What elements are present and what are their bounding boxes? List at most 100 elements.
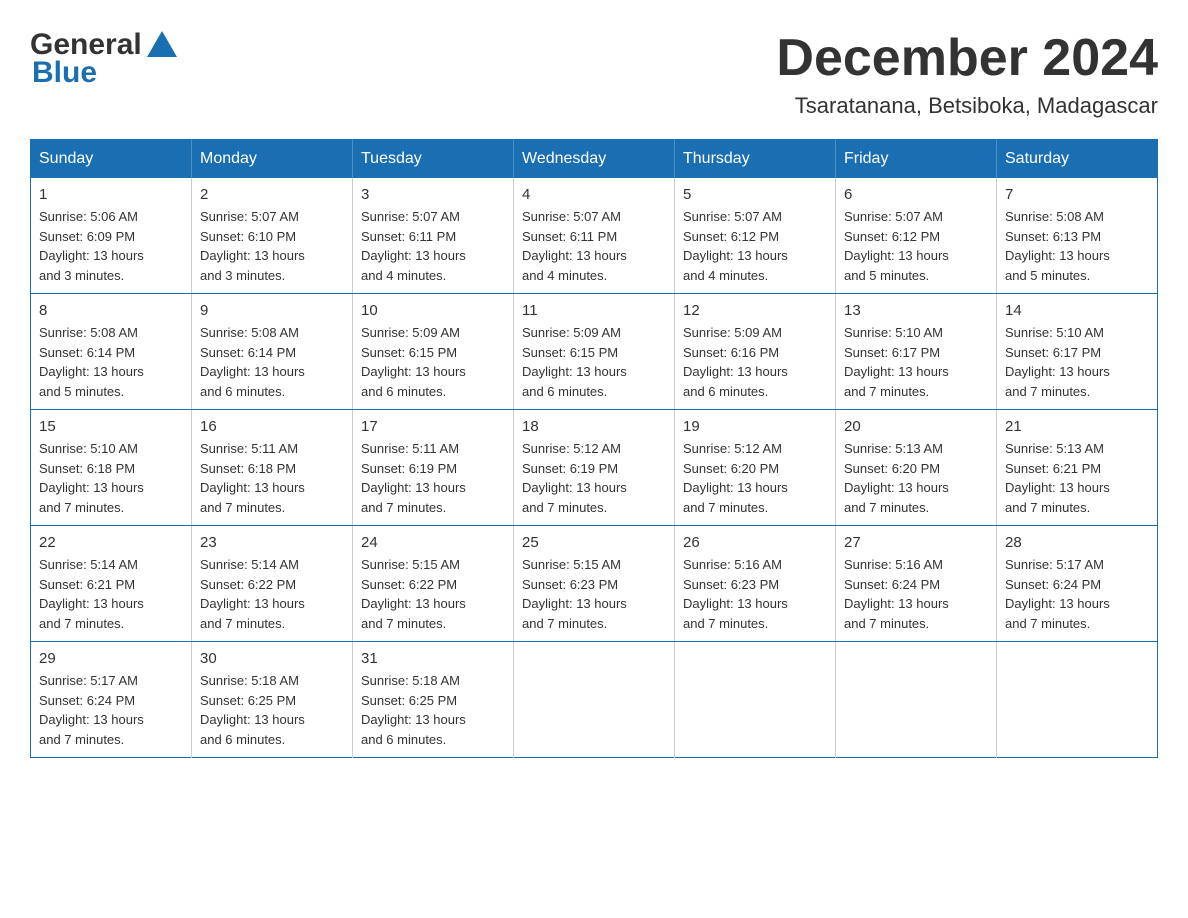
calendar-cell: 30Sunrise: 5:18 AMSunset: 6:25 PMDayligh… bbox=[192, 642, 353, 758]
calendar-cell: 21 Sunrise: 5:13 AMSunset: 6:21 PMDayligh… bbox=[997, 410, 1158, 526]
day-number: 11 bbox=[522, 302, 666, 319]
day-number: 9 bbox=[200, 302, 344, 319]
day-info: Sunrise: 5:14 AMSunset: 6:22 PMDaylight:… bbox=[200, 557, 305, 631]
day-info: Sunrise: 5:12 AMSunset: 6:19 PMDaylight:… bbox=[522, 441, 627, 515]
weekday-header-tuesday: Tuesday bbox=[353, 140, 514, 179]
weekday-header-sunday: Sunday bbox=[31, 140, 192, 179]
calendar-week-row: 1 Sunrise: 5:06 AMSunset: 6:09 PMDaylight… bbox=[31, 178, 1158, 294]
calendar-cell: 13 Sunrise: 5:10 AMSunset: 6:17 PMDayligh… bbox=[836, 294, 997, 410]
day-number: 28 bbox=[1005, 534, 1149, 551]
day-info: Sunrise: 5:18 AMSunset: 6:25 PMDaylight:… bbox=[361, 673, 466, 747]
day-number: 21 bbox=[1005, 418, 1149, 435]
day-info: Sunrise: 5:07 AMSunset: 6:11 PMDaylight:… bbox=[361, 209, 466, 283]
day-number: 17 bbox=[361, 418, 505, 435]
day-number: 18 bbox=[522, 418, 666, 435]
day-info: Sunrise: 5:09 AMSunset: 6:15 PMDaylight:… bbox=[522, 325, 627, 399]
calendar-cell: 5 Sunrise: 5:07 AMSunset: 6:12 PMDaylight… bbox=[675, 178, 836, 294]
calendar-cell: 26 Sunrise: 5:16 AMSunset: 6:23 PMDayligh… bbox=[675, 526, 836, 642]
calendar-cell: 16 Sunrise: 5:11 AMSunset: 6:18 PMDayligh… bbox=[192, 410, 353, 526]
calendar-cell: 14 Sunrise: 5:10 AMSunset: 6:17 PMDayligh… bbox=[997, 294, 1158, 410]
calendar-cell: 18 Sunrise: 5:12 AMSunset: 6:19 PMDayligh… bbox=[514, 410, 675, 526]
day-number: 23 bbox=[200, 534, 344, 551]
day-info: Sunrise: 5:16 AMSunset: 6:24 PMDaylight:… bbox=[844, 557, 949, 631]
calendar-cell: 17 Sunrise: 5:11 AMSunset: 6:19 PMDayligh… bbox=[353, 410, 514, 526]
day-info: Sunrise: 5:07 AMSunset: 6:10 PMDaylight:… bbox=[200, 209, 305, 283]
day-number: 27 bbox=[844, 534, 988, 551]
calendar-cell: 24Sunrise: 5:15 AMSunset: 6:22 PMDayligh… bbox=[353, 526, 514, 642]
day-info: Sunrise: 5:12 AMSunset: 6:20 PMDaylight:… bbox=[683, 441, 788, 515]
day-number: 4 bbox=[522, 186, 666, 203]
calendar-cell: 3 Sunrise: 5:07 AMSunset: 6:11 PMDaylight… bbox=[353, 178, 514, 294]
calendar-cell bbox=[675, 642, 836, 758]
calendar-cell: 29Sunrise: 5:17 AMSunset: 6:24 PMDayligh… bbox=[31, 642, 192, 758]
calendar-cell: 4 Sunrise: 5:07 AMSunset: 6:11 PMDaylight… bbox=[514, 178, 675, 294]
day-number: 19 bbox=[683, 418, 827, 435]
day-info: Sunrise: 5:15 AMSunset: 6:22 PMDaylight:… bbox=[361, 557, 466, 631]
calendar-cell: 27 Sunrise: 5:16 AMSunset: 6:24 PMDayligh… bbox=[836, 526, 997, 642]
calendar-cell: 23 Sunrise: 5:14 AMSunset: 6:22 PMDayligh… bbox=[192, 526, 353, 642]
calendar-cell: 15Sunrise: 5:10 AMSunset: 6:18 PMDayligh… bbox=[31, 410, 192, 526]
day-number: 16 bbox=[200, 418, 344, 435]
calendar-title: December 2024 bbox=[776, 30, 1158, 87]
weekday-header-monday: Monday bbox=[192, 140, 353, 179]
calendar-cell bbox=[836, 642, 997, 758]
logo-triangle-icon bbox=[147, 31, 177, 57]
day-info: Sunrise: 5:10 AMSunset: 6:17 PMDaylight:… bbox=[1005, 325, 1110, 399]
day-info: Sunrise: 5:07 AMSunset: 6:12 PMDaylight:… bbox=[683, 209, 788, 283]
day-number: 22 bbox=[39, 534, 183, 551]
day-number: 13 bbox=[844, 302, 988, 319]
day-info: Sunrise: 5:07 AMSunset: 6:11 PMDaylight:… bbox=[522, 209, 627, 283]
weekday-header-saturday: Saturday bbox=[997, 140, 1158, 179]
day-number: 5 bbox=[683, 186, 827, 203]
day-info: Sunrise: 5:06 AMSunset: 6:09 PMDaylight:… bbox=[39, 209, 144, 283]
day-info: Sunrise: 5:14 AMSunset: 6:21 PMDaylight:… bbox=[39, 557, 144, 631]
page-header: General Blue December 2024 Tsaratanana, … bbox=[30, 30, 1158, 119]
calendar-cell: 2Sunrise: 5:07 AMSunset: 6:10 PMDaylight… bbox=[192, 178, 353, 294]
day-info: Sunrise: 5:17 AMSunset: 6:24 PMDaylight:… bbox=[1005, 557, 1110, 631]
day-number: 1 bbox=[39, 186, 183, 203]
day-number: 10 bbox=[361, 302, 505, 319]
day-info: Sunrise: 5:09 AMSunset: 6:15 PMDaylight:… bbox=[361, 325, 466, 399]
day-info: Sunrise: 5:16 AMSunset: 6:23 PMDaylight:… bbox=[683, 557, 788, 631]
calendar-cell: 20 Sunrise: 5:13 AMSunset: 6:20 PMDayligh… bbox=[836, 410, 997, 526]
day-number: 20 bbox=[844, 418, 988, 435]
calendar-week-row: 29Sunrise: 5:17 AMSunset: 6:24 PMDayligh… bbox=[31, 642, 1158, 758]
weekday-header-friday: Friday bbox=[836, 140, 997, 179]
calendar-cell: 31 Sunrise: 5:18 AMSunset: 6:25 PMDayligh… bbox=[353, 642, 514, 758]
calendar-cell: 6Sunrise: 5:07 AMSunset: 6:12 PMDaylight… bbox=[836, 178, 997, 294]
day-info: Sunrise: 5:08 AMSunset: 6:14 PMDaylight:… bbox=[39, 325, 144, 399]
calendar-table: SundayMondayTuesdayWednesdayThursdayFrid… bbox=[30, 139, 1158, 758]
day-number: 14 bbox=[1005, 302, 1149, 319]
calendar-cell: 9Sunrise: 5:08 AMSunset: 6:14 PMDaylight… bbox=[192, 294, 353, 410]
weekday-header-wednesday: Wednesday bbox=[514, 140, 675, 179]
day-info: Sunrise: 5:11 AMSunset: 6:19 PMDaylight:… bbox=[361, 441, 466, 515]
calendar-cell: 1 Sunrise: 5:06 AMSunset: 6:09 PMDaylight… bbox=[31, 178, 192, 294]
day-info: Sunrise: 5:11 AMSunset: 6:18 PMDaylight:… bbox=[200, 441, 305, 515]
day-number: 12 bbox=[683, 302, 827, 319]
calendar-cell: 22 Sunrise: 5:14 AMSunset: 6:21 PMDayligh… bbox=[31, 526, 192, 642]
day-number: 26 bbox=[683, 534, 827, 551]
day-number: 31 bbox=[361, 650, 505, 667]
day-info: Sunrise: 5:17 AMSunset: 6:24 PMDaylight:… bbox=[39, 673, 144, 747]
calendar-cell: 19 Sunrise: 5:12 AMSunset: 6:20 PMDayligh… bbox=[675, 410, 836, 526]
day-info: Sunrise: 5:07 AMSunset: 6:12 PMDaylight:… bbox=[844, 209, 949, 283]
weekday-header-row: SundayMondayTuesdayWednesdayThursdayFrid… bbox=[31, 140, 1158, 179]
day-number: 3 bbox=[361, 186, 505, 203]
calendar-subtitle: Tsaratanana, Betsiboka, Madagascar bbox=[776, 93, 1158, 119]
day-info: Sunrise: 5:13 AMSunset: 6:21 PMDaylight:… bbox=[1005, 441, 1110, 515]
logo: General Blue bbox=[30, 30, 177, 88]
day-info: Sunrise: 5:09 AMSunset: 6:16 PMDaylight:… bbox=[683, 325, 788, 399]
day-number: 7 bbox=[1005, 186, 1149, 203]
calendar-cell: 7Sunrise: 5:08 AMSunset: 6:13 PMDaylight… bbox=[997, 178, 1158, 294]
calendar-cell: 25 Sunrise: 5:15 AMSunset: 6:23 PMDayligh… bbox=[514, 526, 675, 642]
day-number: 15 bbox=[39, 418, 183, 435]
day-info: Sunrise: 5:10 AMSunset: 6:17 PMDaylight:… bbox=[844, 325, 949, 399]
day-info: Sunrise: 5:13 AMSunset: 6:20 PMDaylight:… bbox=[844, 441, 949, 515]
calendar-cell bbox=[514, 642, 675, 758]
calendar-week-row: 22 Sunrise: 5:14 AMSunset: 6:21 PMDayligh… bbox=[31, 526, 1158, 642]
logo-blue-text: Blue bbox=[32, 58, 97, 88]
day-info: Sunrise: 5:15 AMSunset: 6:23 PMDaylight:… bbox=[522, 557, 627, 631]
day-number: 25 bbox=[522, 534, 666, 551]
day-number: 30 bbox=[200, 650, 344, 667]
calendar-cell: 10 Sunrise: 5:09 AMSunset: 6:15 PMDayligh… bbox=[353, 294, 514, 410]
